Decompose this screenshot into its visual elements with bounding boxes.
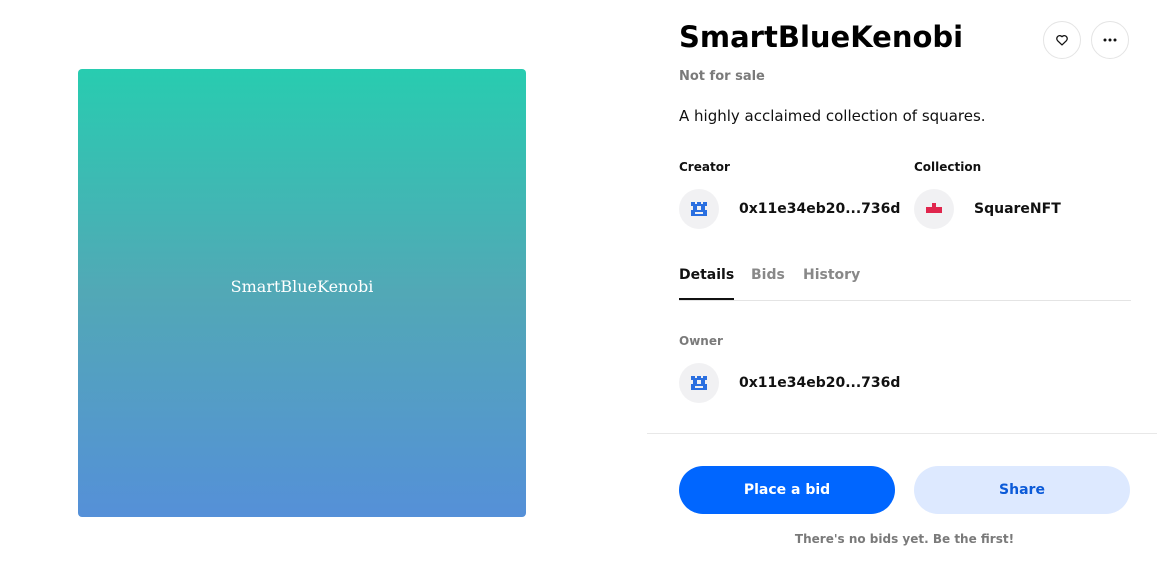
owner-avatar[interactable] xyxy=(679,363,719,403)
owner-address[interactable]: 0x11e34eb20...736d xyxy=(739,375,900,391)
place-bid-button[interactable]: Place a bid xyxy=(679,466,895,514)
creator-label: Creator xyxy=(679,160,730,174)
creator-address[interactable]: 0x11e34eb20...736d xyxy=(739,201,900,217)
owner-label: Owner xyxy=(679,334,723,348)
tab-divider xyxy=(679,300,1131,301)
collection-pixel-icon xyxy=(926,203,942,213)
tab-history[interactable]: History xyxy=(803,267,860,300)
more-options-button[interactable] xyxy=(1091,21,1129,59)
pixel-avatar-icon xyxy=(691,376,707,390)
more-icon xyxy=(1103,38,1117,42)
no-bids-message: There's no bids yet. Be the first! xyxy=(794,532,1015,546)
artwork-label: SmartBlueKenobi xyxy=(230,276,374,296)
creator-avatar[interactable] xyxy=(679,189,719,229)
sale-status: Not for sale xyxy=(679,69,765,84)
tab-bids[interactable]: Bids xyxy=(751,267,785,300)
item-description: A highly acclaimed collection of squares… xyxy=(679,107,986,125)
footer-divider xyxy=(647,433,1157,434)
heart-icon xyxy=(1056,35,1068,46)
collection-label: Collection xyxy=(914,160,982,174)
collection-avatar[interactable] xyxy=(914,189,954,229)
pixel-avatar-icon xyxy=(691,202,707,216)
collection-name[interactable]: SquareNFT xyxy=(974,201,1061,217)
like-button[interactable] xyxy=(1043,21,1081,59)
nft-artwork: SmartBlueKenobi xyxy=(78,69,526,517)
share-button[interactable]: Share xyxy=(914,466,1130,514)
tab-details[interactable]: Details xyxy=(679,267,735,300)
page-title: SmartBlueKenobi xyxy=(679,20,964,54)
